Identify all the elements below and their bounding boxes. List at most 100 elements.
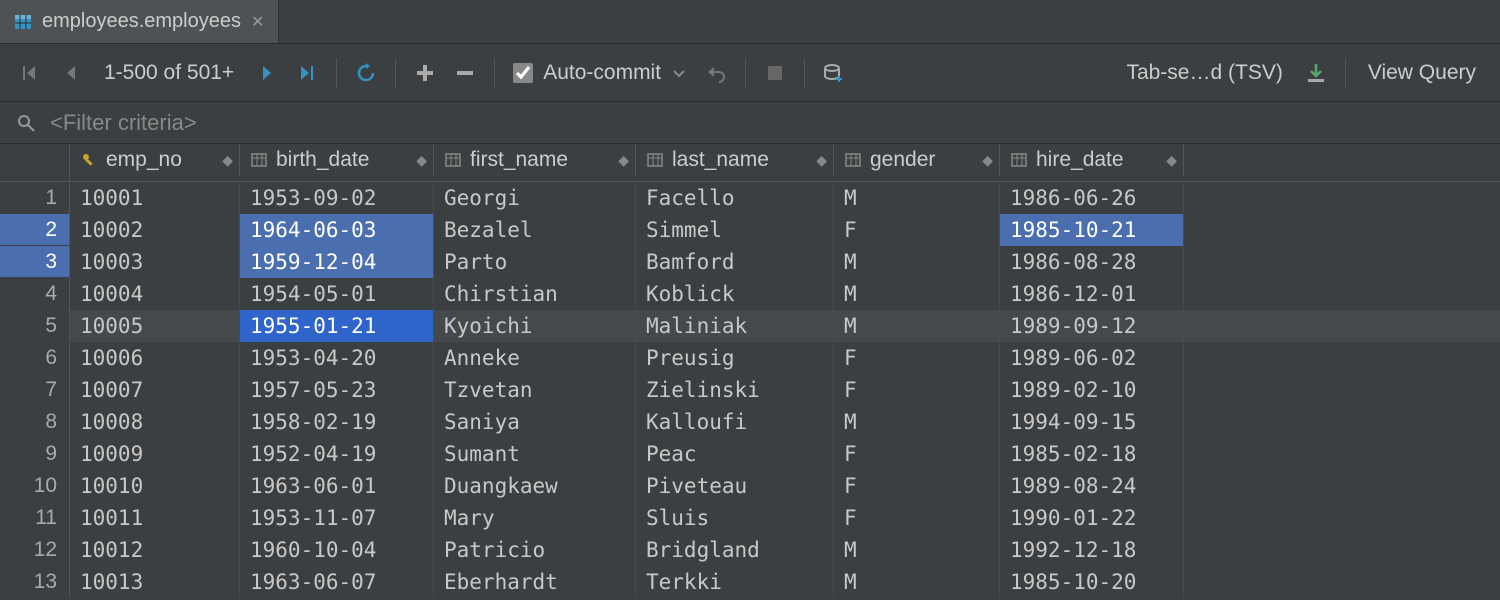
cell-last_name[interactable]: Terkki [636,566,834,598]
cell-hire_date[interactable]: 1985-02-18 [1000,438,1184,470]
row-number[interactable]: 13 [0,566,69,598]
cell-last_name[interactable]: Zielinski [636,374,834,406]
row-number[interactable]: 9 [0,438,69,470]
column-header-birth_date[interactable]: birth_date◆ [240,144,434,176]
cell-birth_date[interactable]: 1964-06-03 [240,214,434,246]
cell-emp_no[interactable]: 10012 [70,534,240,566]
cell-first_name[interactable]: Bezalel [434,214,636,246]
cell-emp_no[interactable]: 10005 [70,310,240,342]
cell-first_name[interactable]: Anneke [434,342,636,374]
cell-last_name[interactable]: Preusig [636,342,834,374]
table-row[interactable]: 100111953-11-07MarySluisF1990-01-22 [70,502,1500,534]
cell-first_name[interactable]: Georgi [434,182,636,214]
cell-gender[interactable]: M [834,182,1000,214]
cell-emp_no[interactable]: 10003 [70,246,240,278]
cell-gender[interactable]: F [834,374,1000,406]
cell-gender[interactable]: F [834,214,1000,246]
cell-first_name[interactable]: Duangkaew [434,470,636,502]
cell-first_name[interactable]: Tzvetan [434,374,636,406]
table-row[interactable]: 100131963-06-07EberhardtTerkkiM1985-10-2… [70,566,1500,598]
cell-hire_date[interactable]: 1989-06-02 [1000,342,1184,374]
next-page-button[interactable] [250,56,284,90]
row-number[interactable]: 2 [0,214,69,246]
cell-hire_date[interactable]: 1985-10-20 [1000,566,1184,598]
cell-first_name[interactable]: Chirstian [434,278,636,310]
column-header-emp_no[interactable]: emp_no◆ [70,144,240,176]
cell-first_name[interactable]: Parto [434,246,636,278]
row-number[interactable]: 12 [0,534,69,566]
cell-gender[interactable]: M [834,406,1000,438]
cell-gender[interactable]: M [834,278,1000,310]
cell-birth_date[interactable]: 1953-09-02 [240,182,434,214]
cell-birth_date[interactable]: 1953-11-07 [240,502,434,534]
row-number[interactable]: 10 [0,470,69,502]
cell-birth_date[interactable]: 1963-06-01 [240,470,434,502]
column-header-first_name[interactable]: first_name◆ [434,144,636,176]
column-header-gender[interactable]: gender◆ [834,144,1000,176]
cell-last_name[interactable]: Facello [636,182,834,214]
cell-emp_no[interactable]: 10002 [70,214,240,246]
cell-birth_date[interactable]: 1960-10-04 [240,534,434,566]
cell-first_name[interactable]: Kyoichi [434,310,636,342]
cell-gender[interactable]: F [834,502,1000,534]
cell-birth_date[interactable]: 1952-04-19 [240,438,434,470]
row-number[interactable]: 8 [0,406,69,438]
cell-hire_date[interactable]: 1989-02-10 [1000,374,1184,406]
row-number[interactable]: 4 [0,278,69,310]
column-header-hire_date[interactable]: hire_date◆ [1000,144,1184,176]
cell-first_name[interactable]: Patricio [434,534,636,566]
table-row[interactable]: 100041954-05-01ChirstianKoblickM1986-12-… [70,278,1500,310]
table-row[interactable]: 100061953-04-20AnnekePreusigF1989-06-02 [70,342,1500,374]
cell-first_name[interactable]: Saniya [434,406,636,438]
row-number[interactable]: 5 [0,310,69,342]
cell-hire_date[interactable]: 1989-08-24 [1000,470,1184,502]
cell-emp_no[interactable]: 10004 [70,278,240,310]
cell-birth_date[interactable]: 1954-05-01 [240,278,434,310]
cell-last_name[interactable]: Maliniak [636,310,834,342]
cell-birth_date[interactable]: 1955-01-21 [240,310,434,342]
cell-last_name[interactable]: Koblick [636,278,834,310]
rollback-button[interactable] [699,56,733,90]
export-button[interactable] [1299,56,1333,90]
data-format-label[interactable]: Tab-se…d (TSV) [1116,61,1292,85]
cell-emp_no[interactable]: 10011 [70,502,240,534]
ddl-button[interactable] [817,56,851,90]
add-row-button[interactable] [408,56,442,90]
autocommit-toggle[interactable]: Auto-commit [507,61,693,85]
first-page-button[interactable] [14,56,48,90]
prev-page-button[interactable] [54,56,88,90]
row-number[interactable]: 1 [0,182,69,214]
table-row[interactable]: 100021964-06-03BezalelSimmelF1985-10-21 [70,214,1500,246]
cell-hire_date[interactable]: 1986-06-26 [1000,182,1184,214]
cell-last_name[interactable]: Kalloufi [636,406,834,438]
filter-input[interactable]: <Filter criteria> [50,110,197,136]
table-row[interactable]: 100121960-10-04PatricioBridglandM1992-12… [70,534,1500,566]
cell-emp_no[interactable]: 10007 [70,374,240,406]
table-row[interactable]: 100101963-06-01DuangkaewPiveteauF1989-08… [70,470,1500,502]
table-row[interactable]: 100011953-09-02GeorgiFacelloM1986-06-26 [70,182,1500,214]
cell-emp_no[interactable]: 10006 [70,342,240,374]
table-row[interactable]: 100031959-12-04PartoBamfordM1986-08-28 [70,246,1500,278]
cell-gender[interactable]: F [834,438,1000,470]
stop-button[interactable] [758,56,792,90]
cell-first_name[interactable]: Sumant [434,438,636,470]
cell-last_name[interactable]: Simmel [636,214,834,246]
cell-hire_date[interactable]: 1986-08-28 [1000,246,1184,278]
cell-birth_date[interactable]: 1957-05-23 [240,374,434,406]
cell-emp_no[interactable]: 10010 [70,470,240,502]
cell-gender[interactable]: M [834,246,1000,278]
cell-first_name[interactable]: Mary [434,502,636,534]
tab-employees[interactable]: employees.employees ✕ [0,0,279,43]
cell-last_name[interactable]: Peac [636,438,834,470]
cell-emp_no[interactable]: 10013 [70,566,240,598]
cell-birth_date[interactable]: 1963-06-07 [240,566,434,598]
last-page-button[interactable] [290,56,324,90]
cell-birth_date[interactable]: 1959-12-04 [240,246,434,278]
cell-emp_no[interactable]: 10009 [70,438,240,470]
cell-hire_date[interactable]: 1994-09-15 [1000,406,1184,438]
cell-gender[interactable]: M [834,310,1000,342]
cell-gender[interactable]: F [834,470,1000,502]
cell-last_name[interactable]: Sluis [636,502,834,534]
row-number[interactable]: 3 [0,246,69,278]
cell-hire_date[interactable]: 1989-09-12 [1000,310,1184,342]
